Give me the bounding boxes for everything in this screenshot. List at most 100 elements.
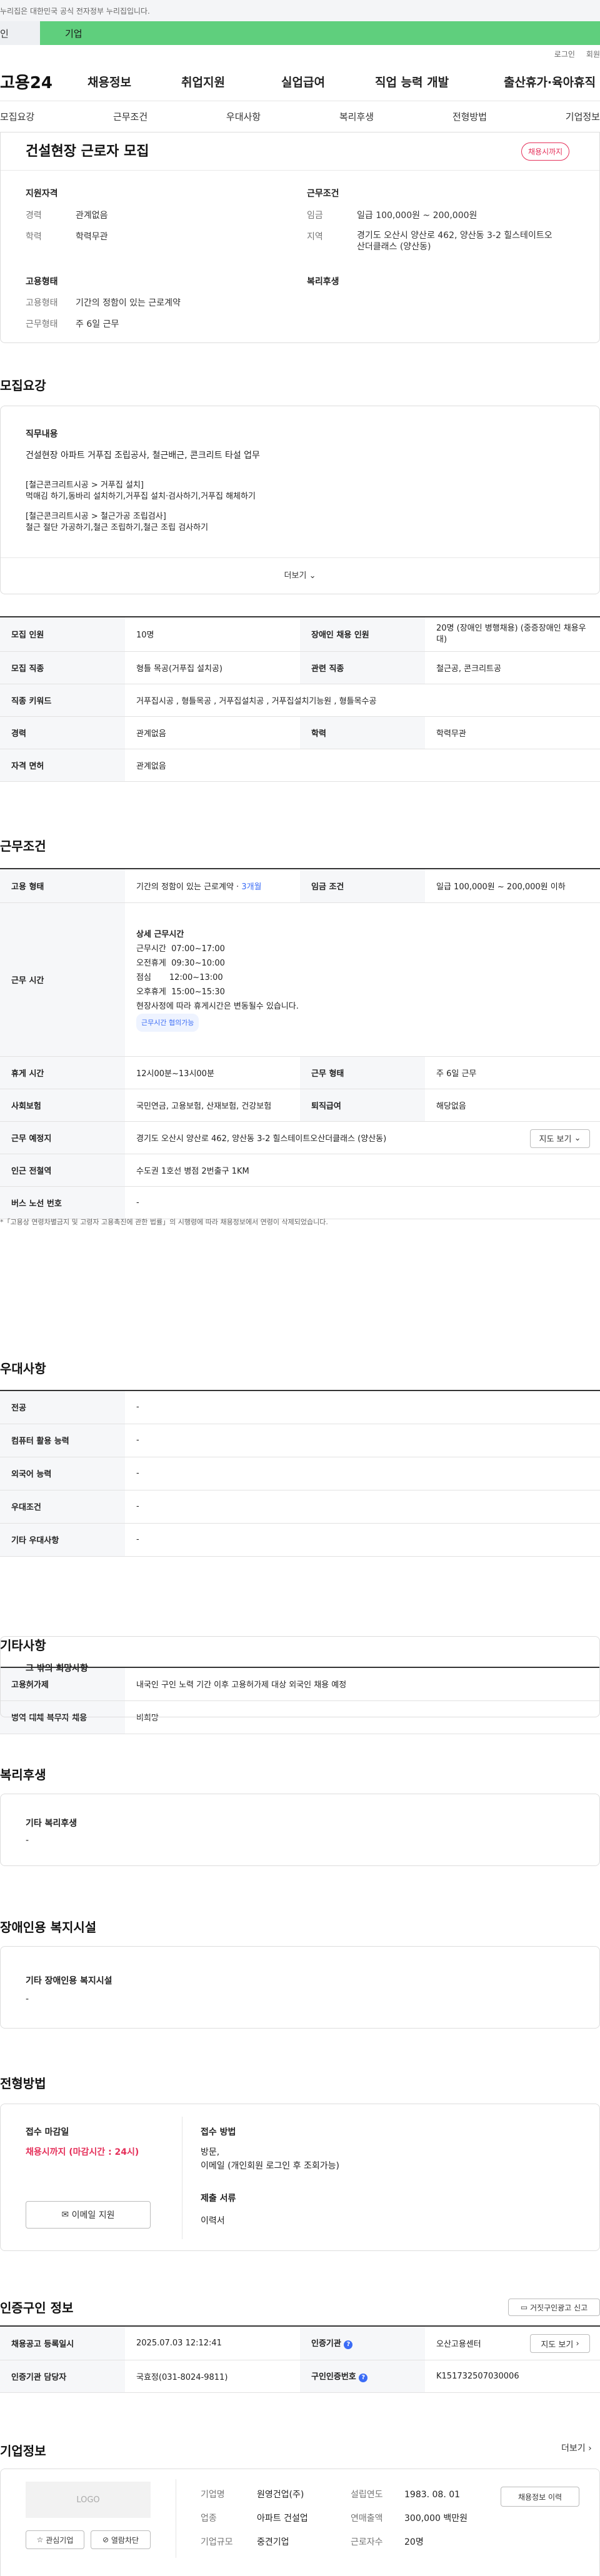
count-value: 10명: [125, 617, 300, 652]
dis-label: 장애인 채용 인원: [300, 617, 425, 652]
edu-value-2: 학력무관: [425, 716, 600, 749]
pay-value: 일급 100,000원 ~ 200,000원: [357, 211, 478, 221]
fav-company-button[interactable]: ☆ 관심기업: [26, 2530, 84, 2549]
tab-company[interactable]: 기업정보: [566, 110, 600, 123]
co-name-label: 기업명: [201, 2490, 225, 2500]
tab-welfare[interactable]: 복리후생: [339, 110, 374, 123]
company-more-link[interactable]: 더보기 ›: [561, 2442, 592, 2454]
recruit-table: 모집 인원 10명 장애인 채용 인원 20명 (장애인 병행채용) (중증장애인 채…: [0, 616, 600, 782]
cert-org-label: 인증기관: [311, 2339, 341, 2349]
loc-value-2: 산더클래스 (양산동): [357, 242, 431, 252]
hours-chip: 근무시간 협의가능: [136, 1013, 199, 1032]
nav-parental-leave[interactable]: 출산휴가·육아휴직: [504, 73, 596, 90]
qual-title: 지원자격: [26, 189, 58, 199]
cert-title: 인증구인 정보: [0, 2300, 74, 2315]
chevron-right-icon: ›: [588, 2444, 592, 2454]
career-label-2: 경력: [0, 716, 125, 749]
rel-value: 철근공, 콘크리트공: [425, 651, 600, 684]
map-button[interactable]: 지도 보기 ⌄: [530, 1129, 590, 1148]
duty-block-2: [철근콘크리트시공 > 철근가공 조립검사] 철근 절단 가공하기,철근 조립하…: [26, 511, 208, 534]
tab-recruit[interactable]: 모집요강: [0, 110, 34, 123]
job-summary-card: 건설현장 근로자 모집 채용시까지 지원자격 경력 관계없음 학력 학력무관 근무조…: [0, 132, 600, 343]
sub-label: 인근 전철역: [0, 1154, 125, 1187]
co-ind-label: 업종: [201, 2514, 217, 2524]
wc-wtype-value: 주 6일 근무: [425, 1056, 600, 1089]
co-est-value: 1983. 08. 01: [404, 2490, 461, 2500]
docs-label: 제출 서류: [201, 2194, 236, 2204]
tab-personal[interactable]: 인: [0, 21, 40, 45]
duty-block-2-detail: 철근 절단 가공하기,철근 조립하기,철근 조립 검사하기: [26, 523, 209, 532]
job-label: 모집 직종: [0, 651, 125, 684]
welfare-box-title: 기타 복리후생: [26, 1819, 78, 1829]
job-value: 형틀 목공(거푸집 설치공): [125, 651, 300, 684]
email-apply-button[interactable]: ✉ 이메일 지원: [26, 2201, 151, 2229]
other-wish-title: 그 밖의 희망사항: [26, 1664, 88, 1674]
star-icon: ☆: [36, 2535, 44, 2544]
tab-work-condition[interactable]: 근무조건: [113, 110, 148, 123]
co-ind-value: 아파트 건설업: [257, 2514, 308, 2524]
wtype-label: 근무형태: [26, 319, 58, 329]
join-link[interactable]: 회원: [586, 49, 600, 59]
cert-map-button[interactable]: 지도 보기 ›: [530, 2334, 590, 2353]
fav-label: 관심기업: [46, 2535, 74, 2545]
sub-value: 수도권 1호선 병점 2번출구 1KM: [125, 1154, 600, 1187]
hours-line-1: 근무시간 07:00~17:00: [136, 944, 225, 954]
duty-block-1: [철근콘크리트시공 > 거푸집 설치] 먹매김 하기,동바리 설치하기,거푸집 …: [26, 480, 256, 502]
info-icon[interactable]: ?: [344, 2340, 353, 2350]
rel-label: 관련 직종: [300, 651, 425, 684]
cond-title: 근무조건: [307, 189, 339, 199]
co-sales-value: 300,000 백만원: [404, 2514, 468, 2524]
welfare-card: 기타 복리후생 -: [0, 1794, 600, 1866]
company-logo: LOGO: [26, 2482, 151, 2518]
cert-date-value: 2025.07.03 12:12:41: [125, 2326, 300, 2360]
pref-cond-value: -: [125, 1490, 600, 1524]
rest-label: 휴게 시간: [0, 1056, 125, 1089]
other-wish-value: -: [26, 1683, 29, 1693]
block-button[interactable]: ⊘ 열람차단: [91, 2530, 151, 2549]
method-value-2: 이메일 (개인회원 로그인 후 조회가능): [201, 2161, 339, 2171]
chevron-down-icon: ⌄: [574, 1134, 581, 1143]
disab-box-value: -: [26, 1994, 29, 2004]
gov-notice-bar: 누리집은 대한민국 공식 전자정부 누리집입니다.: [0, 0, 600, 21]
report-icon: ▭: [520, 2303, 528, 2312]
hours-line-4: 오후휴게 15:00~15:30: [136, 987, 225, 997]
nav-jobs[interactable]: 채용정보: [88, 73, 181, 90]
duty-title: 직무내용: [26, 429, 58, 439]
report-button[interactable]: ▭ 거짓구인광고 신고: [508, 2299, 600, 2316]
login-link[interactable]: 로그인: [554, 49, 575, 59]
duty-card: 직무내용 건설현장 아파트 거푸집 조립공사, 철근배근, 콘크리트 타설 업무…: [0, 406, 600, 594]
job-history-button[interactable]: 채용정보 이력: [501, 2487, 579, 2507]
company-card: LOGO ☆ 관심기업 ⊘ 열람차단 기업명 원영건업(주) 업종 아파트 건설업 …: [0, 2469, 600, 2576]
bus-value: -: [125, 1186, 600, 1219]
pref-major-label: 전공: [0, 1390, 125, 1424]
pref-computer-value: -: [125, 1424, 600, 1457]
info-icon[interactable]: ?: [359, 2374, 368, 2382]
cert-mgr-label: 인증기관 담당자: [0, 2360, 125, 2393]
nav-employment-support[interactable]: 취업지원: [181, 73, 281, 90]
rest-value: 12시00분~13시00분: [125, 1056, 300, 1089]
docs-value: 이력서: [201, 2216, 225, 2226]
welfare-title: 복리후생: [307, 277, 339, 287]
job-title: 건설현장 근로자 모집: [26, 144, 149, 159]
duty-block-1-title: [철근콘크리트시공 > 거푸집 설치]: [26, 481, 144, 490]
pref-lang-label: 외국어 능력: [0, 1457, 125, 1490]
wc-wtype-label: 근무 형태: [300, 1056, 425, 1089]
tab-process[interactable]: 전형방법: [452, 110, 487, 123]
section-tabs: 모집요강 근무조건 우대사항 복리후생 전형방법 기업정보: [0, 101, 600, 132]
hours-title: 상세 근무시간: [136, 929, 184, 939]
nav-skills[interactable]: 직업 능력 개발: [375, 73, 504, 90]
tab-company[interactable]: 기업: [40, 21, 600, 45]
co-emp-value: 20명: [404, 2537, 424, 2547]
member-type-tabs: 인 기업: [0, 21, 600, 45]
lic-label: 자격 면허: [0, 749, 125, 782]
cert-table: 채용공고 등록일시 2025.07.03 12:12:41 인증기관 ? 오산고용센터…: [0, 2325, 600, 2393]
count-label: 모집 인원: [0, 617, 125, 652]
tab-preference[interactable]: 우대사항: [226, 110, 261, 123]
job-history-label: 채용정보 이력: [518, 2492, 562, 2502]
dis-value-2: 대): [436, 634, 448, 644]
site-logo[interactable]: 고용24: [0, 70, 88, 93]
more-button[interactable]: 더보기 ⌄: [1, 569, 599, 581]
nav-unemployment[interactable]: 실업급여: [281, 73, 375, 90]
co-name-value: 원영건업(주): [257, 2490, 304, 2500]
cert-date-label: 채용공고 등록일시: [0, 2326, 125, 2360]
